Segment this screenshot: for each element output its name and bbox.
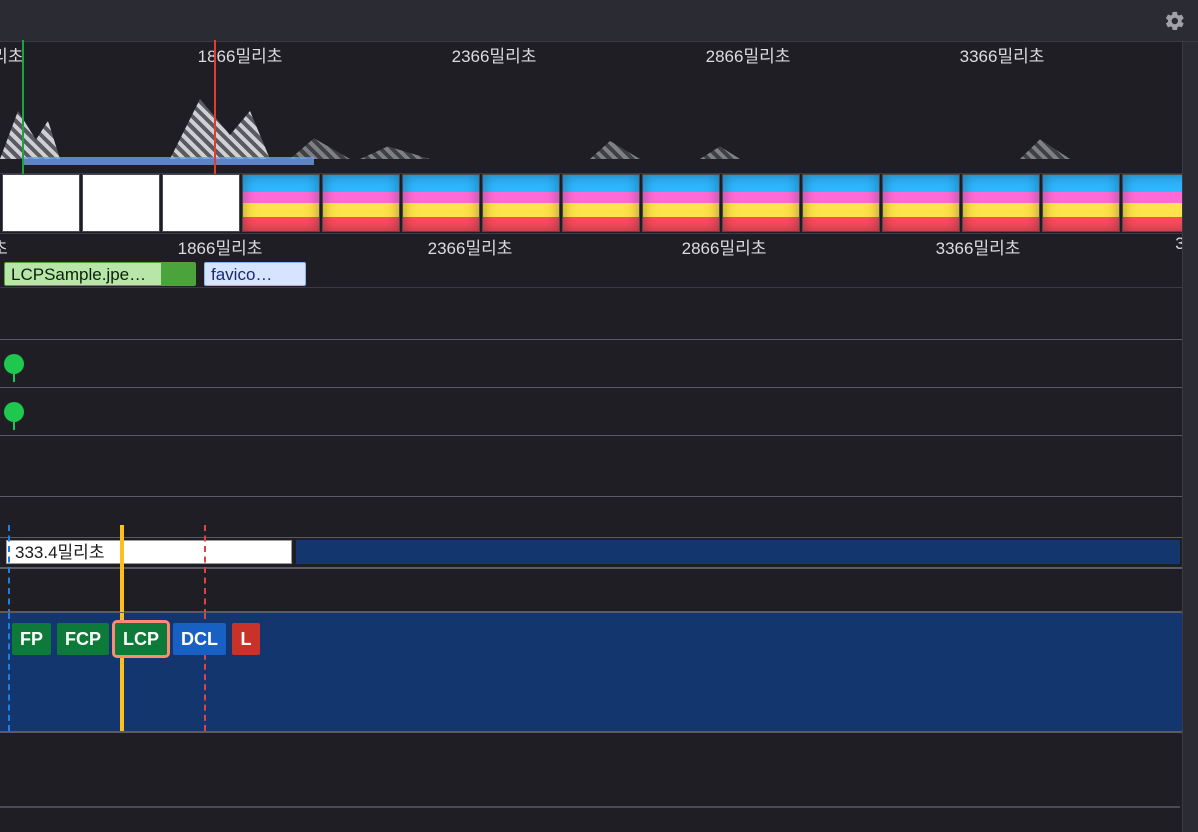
filmstrip-thumb-blank[interactable] [162,174,240,232]
track-spacer [0,288,1198,340]
filmstrip-thumb-blank[interactable] [82,174,160,232]
filmstrip-thumb[interactable] [242,174,320,232]
guide-lcp-line [120,525,124,615]
ruler-tick: 2366밀리초 [452,42,537,64]
network-track: LCPSample.jpe… favico… [0,260,1198,288]
bottom-gap [0,732,1198,802]
filmstrip-thumb[interactable] [802,174,880,232]
toolbar [0,0,1198,42]
frames-track-row [0,388,1198,436]
guide-dcl-line [8,525,10,615]
task-continuation [296,540,1180,564]
marker-fp[interactable]: FP [12,623,51,655]
overview-red-marker[interactable] [214,40,216,179]
bottom-divider [0,806,1180,808]
filmstrip-thumb[interactable] [962,174,1040,232]
marker-load[interactable]: L [232,623,260,655]
marker-fcp[interactable]: FCP [57,623,109,655]
filmstrip-thumb-blank[interactable] [2,174,80,232]
timing-marker-badges: FP FCP LCP DCL L [12,623,260,655]
ruler-tick: 1866밀리초 [178,234,263,259]
network-item-label: favico… [211,265,272,284]
task-bar[interactable]: 333.4밀리초 [6,540,292,564]
overview-pane[interactable] [0,64,1198,174]
net-activity-bar [24,157,314,165]
ruler-tick: 밀리초 [0,42,23,64]
timeline-ruler-bottom-wrap: 초1866밀리초2366밀리초2866밀리초3366밀리초3 [0,234,1198,260]
ruler-tick: 초 [0,234,8,259]
ruler-tick: 2366밀리초 [428,234,513,259]
guide-dcl-line [8,613,10,731]
filmstrip-thumb[interactable] [1042,174,1120,232]
ruler-tick: 3366밀리초 [960,42,1045,64]
marker-lcp[interactable]: LCP [115,623,167,655]
network-item-label: LCPSample.jpe… [11,265,146,284]
track-divider [0,568,1198,612]
filmstrip-thumb[interactable] [882,174,960,232]
cpu-activity-graph [0,99,1198,159]
ruler-tick: 2866밀리초 [706,42,791,64]
filmstrip-thumb[interactable] [722,174,800,232]
gear-icon[interactable] [1164,10,1186,32]
track-divider [0,496,1198,538]
ruler-tick: 2866밀리초 [682,234,767,259]
scrollbar-vertical[interactable] [1182,42,1198,832]
filmstrip-thumb[interactable] [642,174,720,232]
main-thread-track: 333.4밀리초 [0,538,1198,568]
network-item-extent [161,263,195,285]
guide-load-line [204,525,206,615]
network-item-favicon[interactable]: favico… [204,262,306,286]
network-item-lcpsample[interactable]: LCPSample.jpe… [4,262,196,286]
filmstrip-thumb[interactable] [482,174,560,232]
ruler-tick: 3366밀리초 [936,234,1021,259]
overview-green-marker[interactable] [22,40,24,179]
timeline-ruler-bottom[interactable]: 초1866밀리초2366밀리초2866밀리초3366밀리초3 [0,234,1198,260]
track-gap [0,436,1198,496]
frame-marker-dot[interactable] [4,402,24,422]
ruler-tick: 1866밀리초 [198,42,283,64]
task-duration-label: 333.4밀리초 [15,543,104,562]
filmstrip-thumb[interactable] [402,174,480,232]
timings-track: FP FCP LCP DCL L [0,612,1198,732]
frames-track-row [0,340,1198,388]
filmstrip-thumb[interactable] [322,174,400,232]
frame-marker-dot[interactable] [4,354,24,374]
marker-dcl[interactable]: DCL [173,623,226,655]
filmstrip-thumb[interactable] [562,174,640,232]
filmstrip[interactable] [0,174,1198,234]
timeline-ruler-top[interactable]: 밀리초 1866밀리초 2366밀리초 2866밀리초 3366밀리초 [0,42,1198,64]
